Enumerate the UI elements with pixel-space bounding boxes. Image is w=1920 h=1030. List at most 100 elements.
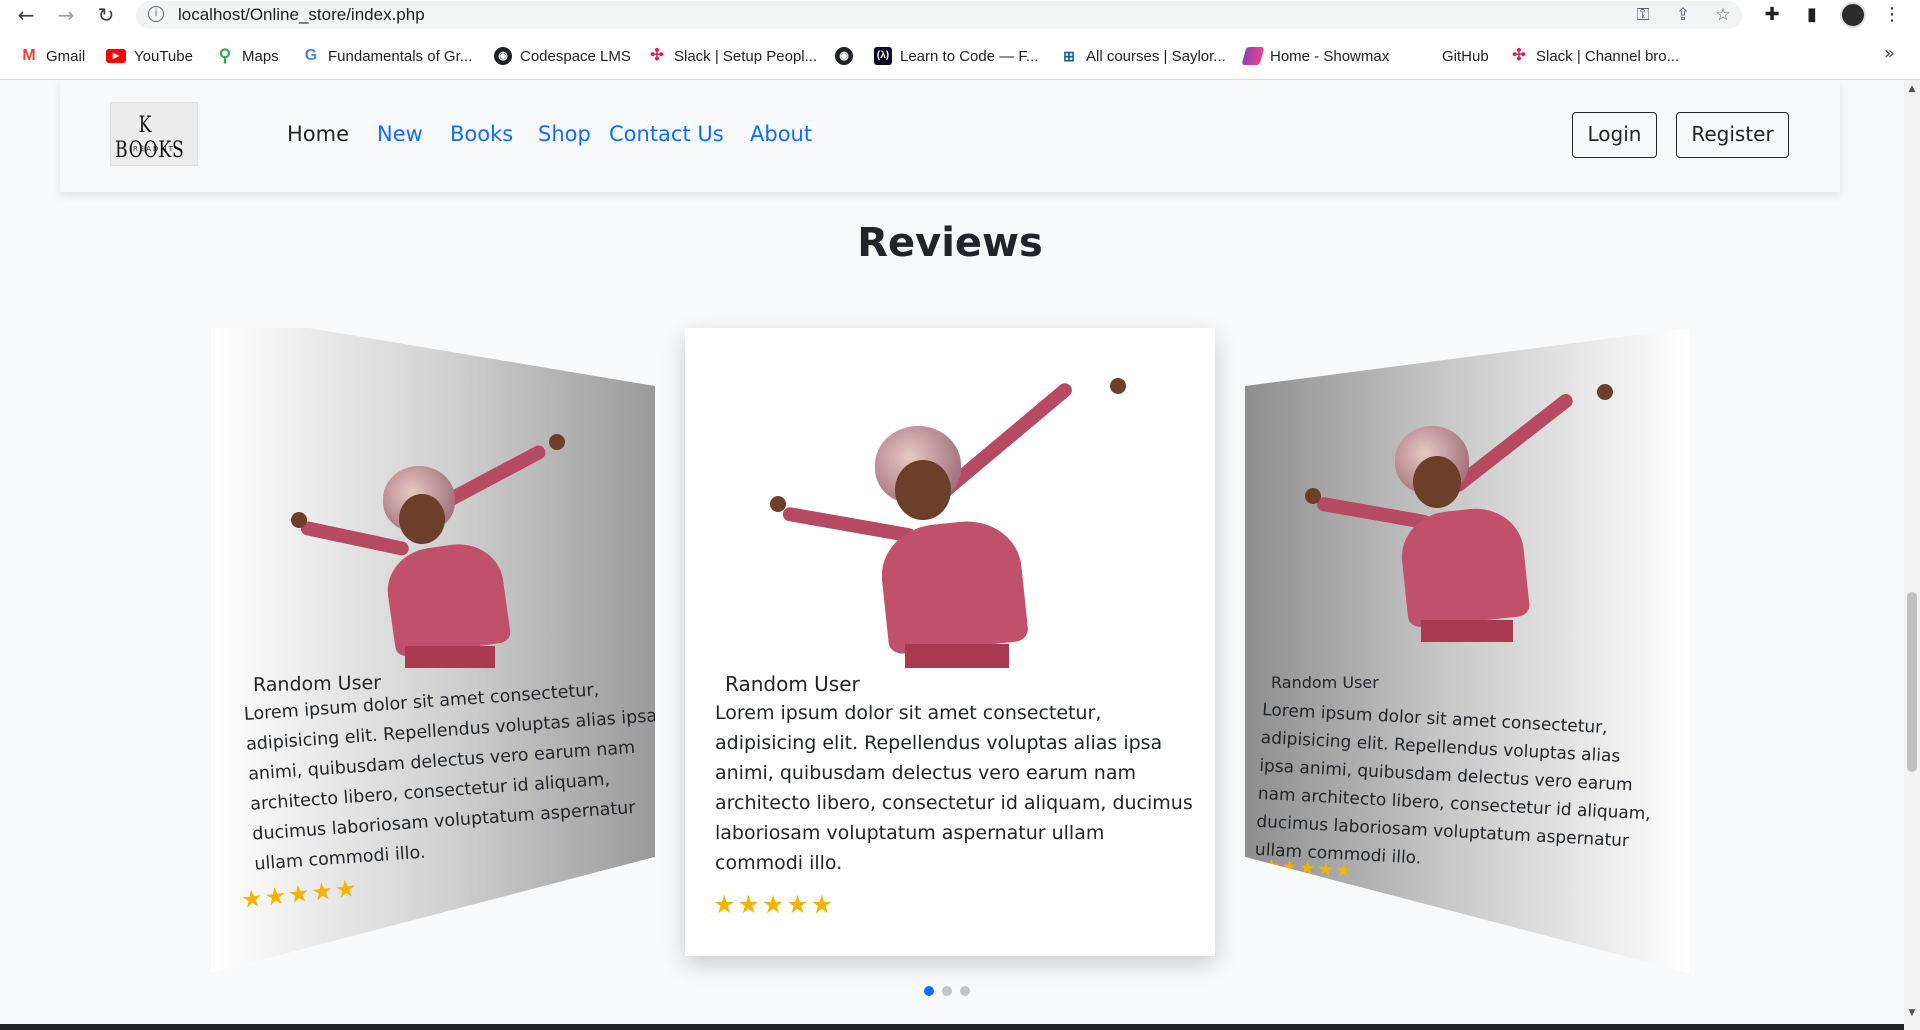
bookmark-fundamentals[interactable]: G Fundamentals of Gr... bbox=[302, 43, 472, 69]
carousel-dot-3[interactable] bbox=[960, 986, 970, 996]
bookmark-slack-setup[interactable]: ✣ Slack | Setup Peopl... bbox=[648, 43, 817, 69]
review-text: Lorem ipsum dolor sit amet consectetur, … bbox=[715, 702, 1193, 874]
face bbox=[399, 494, 445, 544]
carousel-dot-2[interactable] bbox=[942, 986, 952, 996]
hand-right bbox=[549, 434, 565, 450]
scrollbar-thumb[interactable] bbox=[1907, 592, 1917, 772]
pants bbox=[405, 646, 495, 668]
arm-left bbox=[299, 520, 411, 557]
reviewer-photo bbox=[1303, 378, 1623, 648]
site-navbar: K BOOKS READ IT Home New Books Shop Cont… bbox=[60, 80, 1840, 192]
profile-avatar[interactable] bbox=[1840, 2, 1866, 28]
logo-text: K BOOKS bbox=[115, 113, 185, 163]
side-panel-icon[interactable]: ▮ bbox=[1800, 3, 1824, 27]
carousel-dot-1[interactable] bbox=[924, 986, 934, 996]
hand-left bbox=[291, 512, 307, 528]
saylor-icon: ⊞ bbox=[1063, 48, 1075, 64]
reviews-heading: Reviews bbox=[857, 220, 1043, 266]
shirt bbox=[382, 538, 512, 658]
nav-link-books[interactable]: Books bbox=[450, 122, 513, 146]
hand-right bbox=[1597, 384, 1613, 400]
bookmark-globe[interactable]: ◉ bbox=[835, 43, 853, 69]
window-bottom-edge bbox=[0, 1024, 1904, 1030]
key-icon[interactable]: ⚿ bbox=[1632, 4, 1654, 26]
page-content: K BOOKS READ IT Home New Books Shop Cont… bbox=[0, 80, 1904, 1030]
nav-link-about[interactable]: About bbox=[750, 122, 812, 146]
bookmark-label: Maps bbox=[242, 47, 279, 65]
scroll-down-icon[interactable]: ▼ bbox=[1904, 1008, 1920, 1018]
bookmark-slack-channel[interactable]: ✣ Slack | Channel bro... bbox=[1510, 43, 1679, 69]
maps-icon: ⚲ bbox=[218, 46, 232, 65]
face bbox=[895, 460, 951, 520]
pants bbox=[1421, 620, 1513, 642]
review-text: Lorem ipsum dolor sit amet consectetur, … bbox=[243, 680, 655, 875]
freecodecamp-icon: (λ) bbox=[874, 47, 892, 65]
nav-link-new[interactable]: New bbox=[377, 122, 423, 146]
extensions-icon[interactable]: ✚ bbox=[1760, 3, 1784, 27]
reviewer-photo bbox=[765, 378, 1145, 668]
face bbox=[1413, 456, 1461, 508]
review-card-left[interactable]: Random User Lorem ipsum dolor sit amet c… bbox=[211, 328, 655, 973]
bookmarks-bar: M Gmail ▶ YouTube ⚲ Maps G Fundamentals … bbox=[0, 43, 1920, 69]
hand-left bbox=[1305, 488, 1321, 504]
hand-left bbox=[770, 496, 786, 512]
bookmark-github[interactable]: GitHub bbox=[1442, 43, 1489, 69]
page-scrollbar[interactable]: ▲ ▼ bbox=[1904, 80, 1920, 1030]
back-arrow-icon[interactable]: ← bbox=[14, 3, 38, 27]
reviewer-name: Random User bbox=[1271, 673, 1379, 692]
bookmark-label: Slack | Setup Peopl... bbox=[674, 47, 818, 65]
bookmark-showmax[interactable]: Home - Showmax bbox=[1241, 43, 1389, 69]
browser-chrome: ← → ↻ i localhost/Online_store/index.php… bbox=[0, 0, 1920, 80]
shirt bbox=[876, 516, 1030, 655]
gmail-icon: M bbox=[22, 47, 36, 64]
star-bookmark-icon[interactable]: ☆ bbox=[1712, 4, 1734, 26]
share-icon[interactable]: ⇪ bbox=[1672, 4, 1694, 26]
bookmark-label: Slack | Channel bro... bbox=[1536, 47, 1680, 65]
reviewer-photo bbox=[291, 428, 591, 668]
arm-left bbox=[781, 506, 918, 544]
slack-icon: ✣ bbox=[1512, 47, 1526, 64]
google-icon: G bbox=[304, 47, 318, 64]
star-rating: ★★★★★ bbox=[713, 890, 836, 919]
hand-right bbox=[1110, 378, 1126, 394]
url-text[interactable]: localhost/Online_store/index.php bbox=[178, 5, 425, 25]
shirt bbox=[1397, 503, 1531, 629]
arm-left bbox=[1315, 496, 1432, 530]
review-card-center[interactable]: Random User Lorem ipsum dolor sit amet c… bbox=[685, 328, 1215, 956]
bookmark-label: Fundamentals of Gr... bbox=[328, 47, 473, 65]
bookmark-maps[interactable]: ⚲ Maps bbox=[216, 43, 279, 69]
review-text: Lorem ipsum dolor sit amet consectetur, … bbox=[1254, 699, 1652, 869]
pants bbox=[905, 644, 1009, 668]
nav-link-home[interactable]: Home bbox=[287, 122, 349, 146]
register-button[interactable]: Register bbox=[1676, 112, 1789, 158]
reviews-carousel[interactable]: Random User Lorem ipsum dolor sit amet c… bbox=[0, 328, 1904, 973]
forward-arrow-icon[interactable]: → bbox=[54, 3, 78, 27]
arm-right bbox=[1448, 391, 1576, 495]
login-button[interactable]: Login bbox=[1572, 112, 1657, 158]
review-card-right[interactable]: Random User Lorem ipsum dolor sit amet c… bbox=[1245, 328, 1689, 973]
youtube-icon: ▶ bbox=[106, 49, 126, 63]
bookmark-youtube[interactable]: ▶ YouTube bbox=[106, 43, 193, 69]
bookmarks-overflow-icon[interactable]: » bbox=[1884, 43, 1895, 64]
reload-icon[interactable]: ↻ bbox=[94, 3, 118, 27]
bookmark-learn-to-code[interactable]: (λ) Learn to Code — F... bbox=[874, 43, 1038, 69]
bookmark-gmail[interactable]: M Gmail bbox=[20, 43, 85, 69]
site-info-icon[interactable]: i bbox=[148, 6, 164, 22]
bookmark-codespace[interactable]: ◉ Codespace LMS bbox=[494, 43, 631, 69]
bookmark-label: Learn to Code — F... bbox=[900, 47, 1039, 65]
globe-icon: ◉ bbox=[494, 47, 512, 65]
star-rating: ★★★★★ bbox=[239, 873, 360, 915]
bookmark-label: Gmail bbox=[46, 47, 86, 65]
bookmark-label: YouTube bbox=[134, 47, 193, 65]
bookmark-label: All courses | Saylor... bbox=[1086, 47, 1226, 65]
bookmark-saylor[interactable]: ⊞ All courses | Saylor... bbox=[1060, 43, 1226, 69]
nav-link-contact-us[interactable]: Contact Us bbox=[609, 122, 724, 146]
reviewer-name: Random User bbox=[725, 672, 860, 696]
browser-toolbar: ← → ↻ i localhost/Online_store/index.php… bbox=[0, 0, 1920, 30]
slack-icon: ✣ bbox=[650, 47, 664, 64]
address-bar[interactable]: i localhost/Online_store/index.php ⚿ ⇪ ☆ bbox=[136, 1, 1742, 29]
menu-kebab-icon[interactable]: ⋮ bbox=[1880, 3, 1904, 27]
scroll-up-icon[interactable]: ▲ bbox=[1904, 84, 1920, 94]
nav-link-shop[interactable]: Shop bbox=[538, 122, 591, 146]
site-logo[interactable]: K BOOKS READ IT bbox=[110, 102, 198, 166]
